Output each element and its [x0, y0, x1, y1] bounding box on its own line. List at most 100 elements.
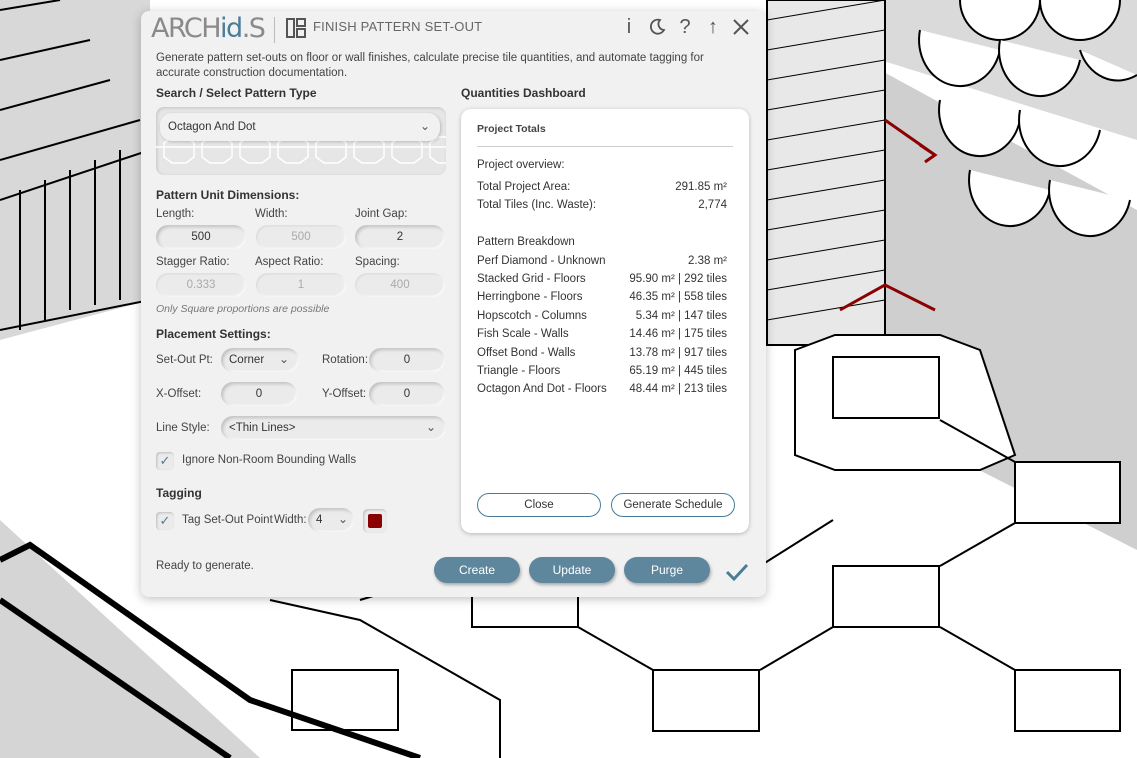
- breakdown-name: Herringbone - Floors: [477, 291, 583, 303]
- line-style-label: Line Style:: [156, 422, 210, 434]
- dialog-description: Generate pattern set-outs on floor or wa…: [156, 52, 704, 79]
- info-icon[interactable]: i: [617, 15, 641, 39]
- total-tiles-value: 2,774: [698, 199, 727, 211]
- close-icon[interactable]: [729, 15, 753, 39]
- list-item: Octagon And Dot - Floors 48.44 m² | 213 t…: [477, 383, 727, 395]
- chevron-down-icon: ⌄: [278, 352, 289, 366]
- list-item: Stacked Grid - Floors 95.90 m² | 292 tile…: [477, 273, 727, 285]
- x-offset-input[interactable]: 0: [221, 382, 297, 406]
- total-area-label: Total Project Area:: [477, 181, 571, 193]
- tag-setout-checkbox[interactable]: ✓: [156, 512, 174, 530]
- breakdown-value: 2.38 m²: [688, 255, 727, 267]
- generate-schedule-button[interactable]: Generate Schedule: [611, 493, 735, 517]
- spacing-input[interactable]: 400: [355, 273, 445, 297]
- tag-width-label: Width:: [274, 514, 307, 526]
- tag-width-select[interactable]: 4 ⌄: [308, 508, 354, 532]
- tag-color-fill: [368, 514, 382, 528]
- joint-gap-label: Joint Gap:: [355, 208, 408, 220]
- setout-label: Set-Out Pt:: [156, 354, 213, 366]
- rotation-input[interactable]: 0: [369, 348, 445, 372]
- list-item: Fish Scale - Walls 14.46 m² | 175 tiles: [477, 328, 727, 340]
- list-item: Perf Diamond - Unknown 2.38 m²: [477, 255, 727, 267]
- breakdown-value: 13.78 m² | 917 tiles: [629, 347, 727, 359]
- joint-gap-input[interactable]: 2: [355, 225, 445, 249]
- chevron-down-icon: ⌄: [337, 512, 348, 526]
- ignore-walls-checkbox[interactable]: ✓: [156, 452, 174, 470]
- width-input[interactable]: 500: [256, 225, 346, 249]
- list-item: Triangle - Floors 65.19 m² | 445 tiles: [477, 365, 727, 377]
- quantities-panel: Project Totals Project overview: Total P…: [461, 109, 749, 533]
- list-item: Herringbone - Floors 46.35 m² | 558 tiles: [477, 291, 727, 303]
- help-icon[interactable]: ?: [673, 15, 697, 39]
- pattern-type-value: Octagon And Dot: [168, 121, 256, 133]
- line-style-select[interactable]: <Thin Lines> ⌄: [221, 416, 446, 440]
- archids-logo: ARCHid.S: [151, 13, 266, 44]
- dashboard-icon: [286, 18, 306, 38]
- confirm-check-icon[interactable]: [725, 561, 749, 583]
- pattern-heading: Search / Select Pattern Type: [156, 86, 317, 100]
- chevron-down-icon: ⌄: [419, 119, 430, 133]
- y-offset-label: Y-Offset:: [322, 388, 367, 400]
- collapse-up-icon[interactable]: ↑: [701, 15, 725, 39]
- aspect-ratio-input[interactable]: 1: [256, 273, 346, 297]
- x-offset-label: X-Offset:: [156, 388, 202, 400]
- y-offset-input[interactable]: 0: [369, 382, 445, 406]
- dialog-title: FINISH PATTERN SET-OUT: [313, 19, 483, 34]
- breakdown-value: 5.34 m² | 147 tiles: [635, 310, 727, 322]
- stagger-ratio-label: Stagger Ratio:: [156, 256, 230, 268]
- breakdown-name: Stacked Grid - Floors: [477, 273, 586, 285]
- aspect-ratio-label: Aspect Ratio:: [255, 256, 324, 268]
- total-area-row: Total Project Area: 291.85 m²: [477, 181, 727, 193]
- finish-pattern-dialog: ARCHid.S FINISH PATTERN SET-OUT i ? ↑ Ge…: [141, 11, 766, 597]
- breakdown-value: 65.19 m² | 445 tiles: [629, 365, 727, 377]
- line-style-value: <Thin Lines>: [229, 422, 296, 434]
- breakdown-name: Perf Diamond - Unknown: [477, 255, 606, 267]
- create-button[interactable]: Create: [434, 557, 520, 583]
- close-button[interactable]: Close: [477, 493, 601, 517]
- checkmark-icon: ✓: [159, 513, 171, 528]
- checkmark-icon: ✓: [159, 453, 171, 468]
- dashboard-heading: Quantities Dashboard: [461, 86, 586, 100]
- tag-setout-label: Tag Set-Out Point: [182, 514, 273, 526]
- total-area-value: 291.85 m²: [675, 181, 727, 193]
- breakdown-value: 95.90 m² | 292 tiles: [629, 273, 727, 285]
- width-label: Width:: [255, 208, 288, 220]
- breakdown-name: Octagon And Dot - Floors: [477, 383, 607, 395]
- total-tiles-label: Total Tiles (Inc. Waste):: [477, 199, 597, 211]
- pattern-preview: Octagon And Dot ⌄: [156, 107, 446, 175]
- spacing-label: Spacing:: [355, 256, 400, 268]
- tag-width-value: 4: [316, 514, 323, 526]
- setout-select[interactable]: Corner ⌄: [221, 348, 299, 372]
- chevron-down-icon: ⌄: [425, 420, 436, 434]
- dimensions-heading: Pattern Unit Dimensions:: [156, 188, 300, 202]
- update-button[interactable]: Update: [529, 557, 615, 583]
- panel-divider: [477, 146, 733, 147]
- placement-heading: Placement Settings:: [156, 327, 271, 341]
- length-input[interactable]: 500: [156, 225, 246, 249]
- setout-value: Corner: [229, 354, 265, 366]
- breakdown-name: Fish Scale - Walls: [477, 328, 569, 340]
- list-item: Hopscotch - Columns 5.34 m² | 147 tiles: [477, 310, 727, 322]
- tagging-heading: Tagging: [156, 486, 202, 500]
- tag-color-swatch[interactable]: [363, 509, 387, 533]
- breakdown-label: Pattern Breakdown: [477, 236, 575, 248]
- overview-label: Project overview:: [477, 159, 565, 171]
- rotation-label: Rotation:: [322, 354, 369, 366]
- list-item: Offset Bond - Walls 13.78 m² | 917 tiles: [477, 347, 727, 359]
- stagger-ratio-input[interactable]: 0.333: [156, 273, 246, 297]
- breakdown-value: 48.44 m² | 213 tiles: [629, 383, 727, 395]
- dark-mode-icon[interactable]: [645, 15, 669, 39]
- breakdown-value: 14.46 m² | 175 tiles: [629, 328, 727, 340]
- status-text: Ready to generate.: [156, 560, 254, 572]
- total-tiles-row: Total Tiles (Inc. Waste): 2,774: [477, 199, 727, 211]
- breakdown-value: 46.35 m² | 558 tiles: [629, 291, 727, 303]
- breakdown-name: Hopscotch - Columns: [477, 310, 587, 322]
- breakdown-name: Triangle - Floors: [477, 365, 561, 377]
- length-label: Length:: [156, 208, 195, 220]
- purge-button[interactable]: Purge: [624, 557, 710, 583]
- title-separator: [274, 17, 275, 43]
- pattern-type-select[interactable]: Octagon And Dot ⌄: [160, 113, 440, 141]
- breakdown-name: Offset Bond - Walls: [477, 347, 576, 359]
- panel-title: Project Totals: [477, 123, 546, 135]
- ignore-walls-label: Ignore Non-Room Bounding Walls: [182, 454, 357, 466]
